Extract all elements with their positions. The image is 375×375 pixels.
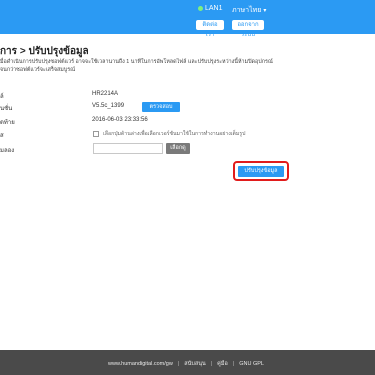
logout-button[interactable]: ออกจากระบบ — [232, 20, 264, 38]
row-label-version: นชั่น — [0, 106, 13, 112]
language-selector[interactable]: ภาษาไทย ▾ — [232, 5, 266, 16]
footer-separator: | — [232, 361, 235, 367]
footer-separator: | — [210, 361, 213, 367]
row-label-last-updated: ดท้าย — [0, 120, 15, 126]
auto-select-checkbox[interactable] — [93, 131, 99, 137]
footer-gpl-link[interactable]: GNU GPL — [239, 361, 264, 367]
footer-website-link[interactable]: www.humandigital.com/gw — [108, 361, 173, 367]
file-input[interactable] — [93, 143, 163, 154]
page-description: มื่อดำเนินการปรับปรุงซอฟต์แวร์ อาจจะใช้เ… — [0, 59, 273, 73]
footer-separator: | — [177, 361, 180, 367]
check-button[interactable]: ตรวจสอบ — [142, 102, 180, 112]
footer-manual-link[interactable]: คู่มือ — [217, 361, 228, 367]
checkbox-label: เลือกปุ่มด้านล่างเพื่อเลือกเวอร์ชันมาใช้… — [103, 131, 246, 137]
page-title: การ > ปรับปรุงข้อมูล — [0, 46, 89, 57]
browse-button[interactable]: เลือกดู — [166, 143, 190, 154]
contact-button[interactable]: ติดต่อเรา — [196, 20, 224, 38]
language-label: ภาษาไทย — [232, 7, 262, 14]
row-label-file: ล์ — [0, 94, 4, 100]
row-label-test: มลอง — [0, 148, 15, 154]
row-value-file: HR2214A — [92, 91, 119, 97]
caret-down-icon: ▾ — [263, 8, 267, 14]
upgrade-button[interactable]: ปรับปรุงข้อมูล — [238, 166, 284, 177]
footer: www.humandigital.com/gw | สนับสนุน | คู่มือ |… — [0, 350, 375, 375]
lan-label: LAN1 — [205, 5, 223, 12]
row-value-last-updated: 2016-06-03 23:33:56 — [92, 117, 148, 123]
footer-support-link[interactable]: สนับสนุน — [184, 361, 205, 367]
row-value-version: V5.5c_1399 — [92, 103, 125, 109]
status-dot-icon — [198, 5, 203, 11]
row-label-status: ส — [0, 133, 4, 139]
lan-status: LAN1 — [198, 5, 223, 12]
top-bar: LAN1 ภาษาไทย ▾ ติดต่อเรา ออกจากระบบ — [0, 0, 375, 38]
